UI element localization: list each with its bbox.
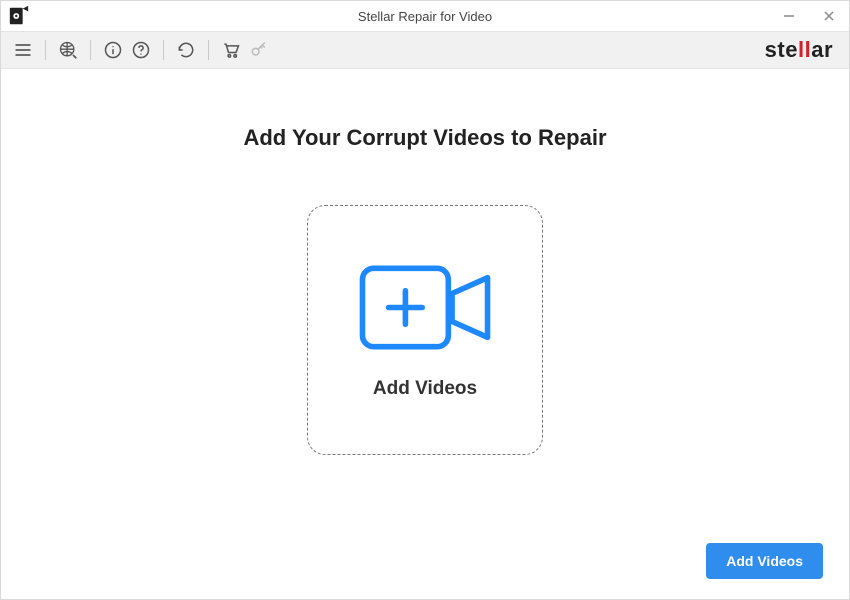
- refresh-icon[interactable]: [172, 36, 200, 64]
- toolbar-separator: [208, 40, 209, 60]
- footer-actions: Add Videos: [706, 543, 823, 579]
- page-title: Add Your Corrupt Videos to Repair: [1, 125, 849, 151]
- menu-icon[interactable]: [9, 36, 37, 64]
- minimize-button[interactable]: [769, 1, 809, 31]
- toolbar-separator: [90, 40, 91, 60]
- dropzone-label: Add Videos: [373, 378, 477, 400]
- window-title: Stellar Repair for Video: [1, 9, 849, 24]
- toolbar-separator: [163, 40, 164, 60]
- app-icon: [5, 2, 33, 30]
- app-window: Stellar Repair for Video: [0, 0, 850, 600]
- globe-icon[interactable]: [54, 36, 82, 64]
- brand-text-accent: ll: [798, 37, 811, 62]
- brand-text-pre: ste: [765, 37, 798, 62]
- toolbar: stellar: [1, 31, 849, 69]
- add-videos-dropzone[interactable]: Add Videos: [307, 205, 543, 455]
- close-button[interactable]: [809, 1, 849, 31]
- key-icon[interactable]: [245, 36, 273, 64]
- add-videos-button[interactable]: Add Videos: [706, 543, 823, 579]
- cart-icon[interactable]: [217, 36, 245, 64]
- toolbar-separator: [45, 40, 46, 60]
- main-content: Add Your Corrupt Videos to Repair Add Vi…: [1, 69, 849, 599]
- info-icon[interactable]: [99, 36, 127, 64]
- titlebar: Stellar Repair for Video: [1, 1, 849, 31]
- video-plus-icon: [355, 260, 495, 360]
- brand-logo: stellar: [765, 37, 833, 63]
- window-controls: [769, 1, 849, 31]
- brand-text-post: ar: [811, 37, 833, 62]
- help-icon[interactable]: [127, 36, 155, 64]
